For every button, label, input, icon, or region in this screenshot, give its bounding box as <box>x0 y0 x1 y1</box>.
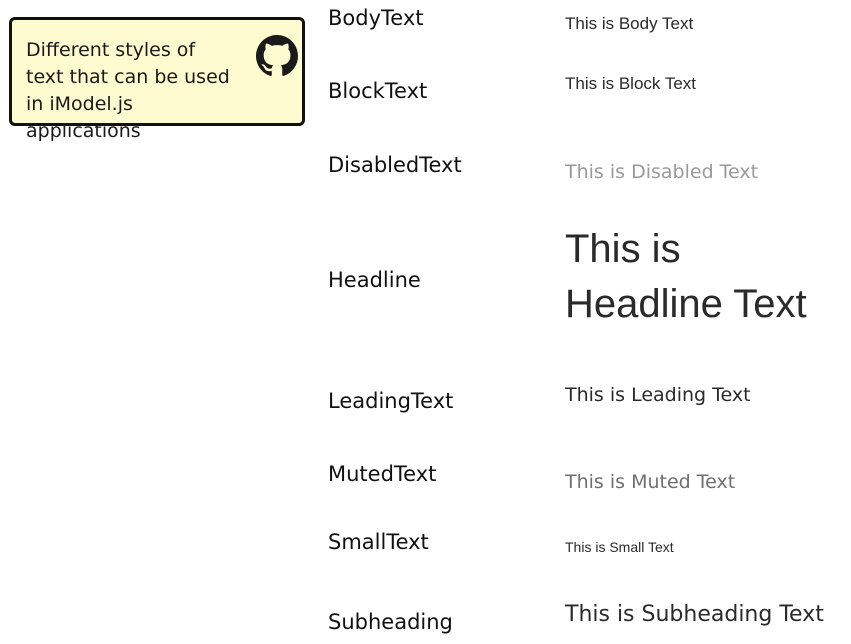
sample-muted-text: This is Muted Text <box>565 471 736 493</box>
label-body-text: BodyText <box>328 6 424 30</box>
github-icon[interactable] <box>256 35 298 77</box>
sample-disabled-text: This is Disabled Text <box>565 161 759 183</box>
label-disabled-text: DisabledText <box>328 153 462 177</box>
sample-headline: This is Headline Text <box>565 227 807 326</box>
info-description: Different styles of text that can be use… <box>26 39 230 142</box>
label-headline: Headline <box>328 268 421 292</box>
label-small-text: SmallText <box>328 530 429 554</box>
label-block-text: BlockText <box>328 79 428 103</box>
label-subheading: Subheading <box>328 610 453 634</box>
label-leading-text: LeadingText <box>328 389 454 413</box>
info-card: Different styles of text that can be use… <box>9 17 305 142</box>
sample-leading-text: This is Leading Text <box>565 384 751 406</box>
text-styles-page: Different styles of text that can be use… <box>0 0 851 644</box>
sample-block-text: This is Block Text <box>565 74 697 93</box>
sample-body-text: This is Body Text <box>565 14 694 33</box>
sample-small-text: This is Small Text <box>565 539 674 555</box>
label-muted-text: MutedText <box>328 462 437 486</box>
sample-subheading: This is Subheading Text <box>565 602 824 627</box>
